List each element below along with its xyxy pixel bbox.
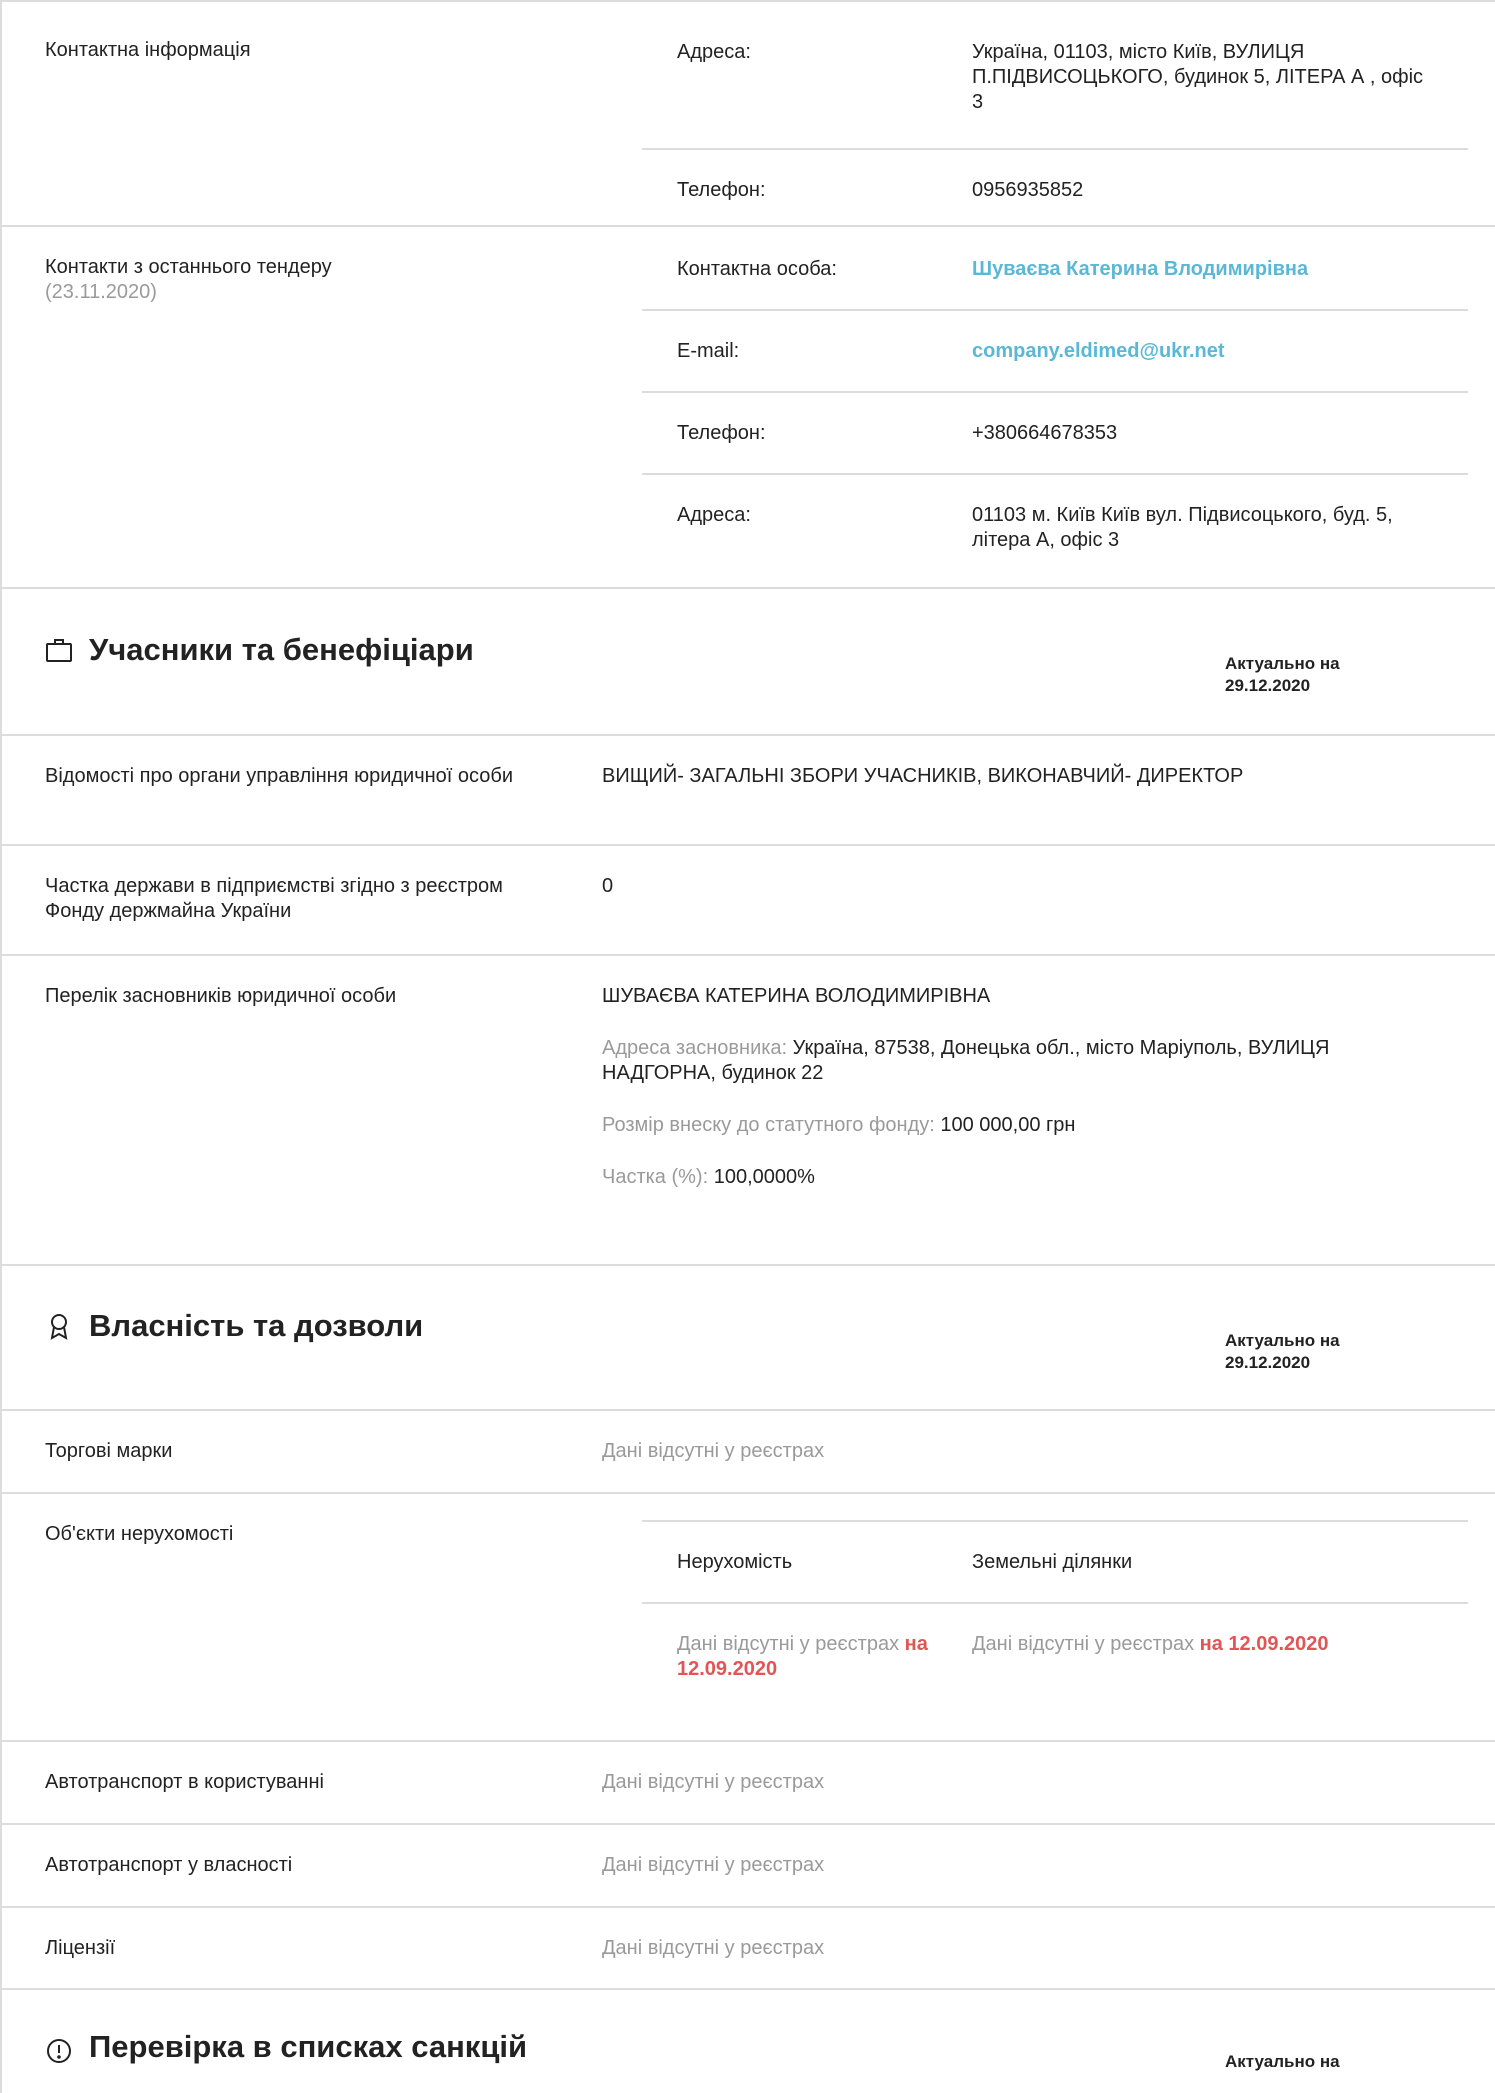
tender-person-link[interactable]: Шуваєва Катерина Влодимирівна bbox=[972, 257, 1468, 309]
governance-value: ВИЩИЙ- ЗАГАЛЬНІ ЗБОРИ УЧАСНИКІВ, ВИКОНАВ… bbox=[602, 765, 1244, 787]
property-title-block: Власність та дозволи bbox=[2, 1266, 423, 1409]
founders-row: Перелік засновників юридичної особи ШУВА… bbox=[2, 956, 1495, 1266]
founder-details: ШУВАЄВА КАТЕРИНА ВОЛОДИМИРІВНА Адреса за… bbox=[602, 956, 1495, 1264]
company-profile-page: Контактна інформація Адреса: Україна, 01… bbox=[0, 0, 1495, 2093]
realty-col1-cell: Дані відсутні у реєстрах на 12.09.2020 bbox=[642, 1632, 972, 1682]
tender-address-key: Адреса: bbox=[677, 504, 751, 526]
founder-name: ШУВАЄВА КАТЕРИНА ВОЛОДИМИРІВНА bbox=[602, 985, 991, 1007]
last-tender-row: Контакти з останнього тендеру (23.11.202… bbox=[2, 227, 1495, 589]
tender-email-link[interactable]: company.eldimed@ukr.net bbox=[972, 339, 1468, 391]
trademarks-label: Торгові марки bbox=[45, 1440, 173, 1462]
state-share-label: Частка держави в підприємстві згідно з р… bbox=[45, 875, 503, 922]
property-title: Власність та дозволи bbox=[89, 1308, 424, 1343]
vehicles-own-value: Дані відсутні у реєстрах bbox=[602, 1854, 825, 1876]
founder-address-key: Адреса засновника: bbox=[602, 1037, 788, 1059]
tender-phone-key: Телефон: bbox=[677, 422, 766, 444]
governance-row: Відомості про органи управління юридично… bbox=[2, 736, 1495, 846]
last-tender-details: Контактна особа: Шуваєва Катерина Влодим… bbox=[642, 227, 1495, 587]
share-key: Частка (%): bbox=[602, 1166, 709, 1188]
participants-actual-date: 29.12.2020 bbox=[1225, 676, 1311, 695]
realty-col2-nodata: Дані відсутні у реєстрах bbox=[972, 1633, 1195, 1655]
founder-contribution: Розмір внеску до статутного фонду: 100 0… bbox=[602, 1113, 1415, 1138]
briefcase-icon bbox=[46, 638, 72, 662]
contact-address-value: Україна, 01103, місто Київ, ВУЛИЦЯ П.ПІД… bbox=[972, 41, 1424, 113]
share-value: 100,0000% bbox=[713, 1166, 815, 1188]
participants-actual-block: Актуально на 29.12.2020 bbox=[1225, 589, 1495, 734]
licenses-row: Ліцензії Дані відсутні у реєстрах bbox=[2, 1908, 1495, 1990]
contact-info-details: Адреса: Україна, 01103, місто Київ, ВУЛИ… bbox=[642, 2, 1495, 225]
sanctions-title-block: Перевірка в списках санкцій bbox=[2, 1990, 527, 2093]
tender-email-row: E-mail: company.eldimed@ukr.net bbox=[642, 311, 1468, 393]
contact-address-row: Адреса: Україна, 01103, місто Київ, ВУЛИ… bbox=[642, 2, 1468, 150]
realty-col2-date: на 12.09.2020 bbox=[1199, 1633, 1329, 1655]
vehicles-use-row: Автотранспорт в користуванні Дані відсут… bbox=[2, 1742, 1495, 1825]
alert-circle-icon bbox=[47, 2039, 71, 2063]
property-actual-label: Актуально на bbox=[1225, 1331, 1340, 1350]
tender-address-value: 01103 м. Київ Київ вул. Підвисоцького, б… bbox=[972, 504, 1393, 551]
property-actual-block: Актуально на 29.12.2020 bbox=[1225, 1266, 1495, 1409]
sanctions-actual-label: Актуально на bbox=[1225, 2052, 1340, 2071]
contribution-key: Розмір внеску до статутного фонду: bbox=[602, 1114, 935, 1136]
vehicles-use-label: Автотранспорт в користуванні bbox=[45, 1771, 324, 1793]
founders-label: Перелік засновників юридичної особи bbox=[45, 985, 397, 1007]
realty-table: Нерухомість Земельні ділянки Дані відсут… bbox=[642, 1494, 1495, 1740]
property-section-header: Власність та дозволи Актуально на 29.12.… bbox=[2, 1266, 1495, 1411]
founder-address: Адреса засновника: Україна, 87538, Донец… bbox=[602, 1036, 1415, 1086]
award-ribbon-icon bbox=[50, 1313, 68, 1340]
state-share-row: Частка держави в підприємстві згідно з р… bbox=[2, 846, 1495, 956]
participants-actual-label: Актуально на bbox=[1225, 654, 1340, 673]
sanctions-title: Перевірка в списках санкцій bbox=[89, 2029, 528, 2064]
contribution-value: 100 000,00 грн bbox=[940, 1114, 1076, 1136]
founder-share: Частка (%): 100,0000% bbox=[602, 1165, 1415, 1190]
tender-address-row: Адреса: 01103 м. Київ Київ вул. Підвисоц… bbox=[642, 475, 1468, 587]
contact-info-row: Контактна інформація Адреса: Україна, 01… bbox=[2, 2, 1495, 227]
state-share-value: 0 bbox=[602, 875, 614, 897]
vehicles-own-row: Автотранспорт у власності Дані відсутні … bbox=[2, 1825, 1495, 1908]
realty-col1-header: Нерухомість bbox=[677, 1551, 793, 1573]
licenses-label: Ліцензії bbox=[45, 1937, 116, 1959]
vehicles-own-label: Автотранспорт у власності bbox=[45, 1854, 293, 1876]
realty-col1-nodata: Дані відсутні у реєстрах bbox=[677, 1633, 900, 1655]
vehicles-use-value: Дані відсутні у реєстрах bbox=[602, 1771, 825, 1793]
tender-email-key: E-mail: bbox=[677, 340, 740, 362]
sanctions-section-header: Перевірка в списках санкцій Актуально на bbox=[2, 1990, 1495, 2093]
property-actual-date: 29.12.2020 bbox=[1225, 1353, 1311, 1372]
sanctions-actual-block: Актуально на bbox=[1225, 1990, 1495, 2093]
contact-address-key: Адреса: bbox=[677, 41, 751, 63]
realty-table-header: Нерухомість Земельні ділянки bbox=[642, 1520, 1468, 1604]
contact-phone-key: Телефон: bbox=[677, 179, 766, 201]
tender-person-key: Контактна особа: bbox=[677, 258, 837, 280]
participants-title: Учасники та бенефіціари bbox=[89, 632, 474, 667]
tender-phone-value: +380664678353 bbox=[972, 422, 1118, 444]
participants-section-header: Учасники та бенефіціари Актуально на 29.… bbox=[2, 589, 1495, 736]
trademarks-row: Торгові марки Дані відсутні у реєстрах bbox=[2, 1411, 1495, 1494]
tender-person-row: Контактна особа: Шуваєва Катерина Влодим… bbox=[642, 227, 1468, 311]
contact-phone-row: Телефон: 0956935852 bbox=[642, 150, 1468, 225]
realty-col2-header: Земельні ділянки bbox=[972, 1551, 1133, 1573]
last-tender-date: (23.11.2020) bbox=[45, 281, 157, 303]
trademarks-value: Дані відсутні у реєстрах bbox=[602, 1440, 825, 1462]
realty-row: Об'єкти нерухомості Нерухомість Земельні… bbox=[2, 1494, 1495, 1742]
licenses-value: Дані відсутні у реєстрах bbox=[602, 1937, 825, 1959]
last-tender-label: Контакти з останнього тендеру bbox=[45, 256, 332, 278]
realty-label: Об'єкти нерухомості bbox=[45, 1523, 234, 1545]
participants-title-block: Учасники та бенефіціари bbox=[2, 589, 474, 734]
last-tender-label-block: Контакти з останнього тендеру (23.11.202… bbox=[2, 227, 642, 587]
realty-col2-cell: Дані відсутні у реєстрах на 12.09.2020 bbox=[972, 1632, 1468, 1682]
governance-label: Відомості про органи управління юридично… bbox=[45, 765, 514, 787]
contact-phone-value: 0956935852 bbox=[972, 179, 1084, 201]
tender-phone-row: Телефон: +380664678353 bbox=[642, 393, 1468, 475]
realty-table-body: Дані відсутні у реєстрах на 12.09.2020 Д… bbox=[642, 1604, 1468, 1682]
contact-info-label: Контактна інформація bbox=[45, 39, 251, 61]
